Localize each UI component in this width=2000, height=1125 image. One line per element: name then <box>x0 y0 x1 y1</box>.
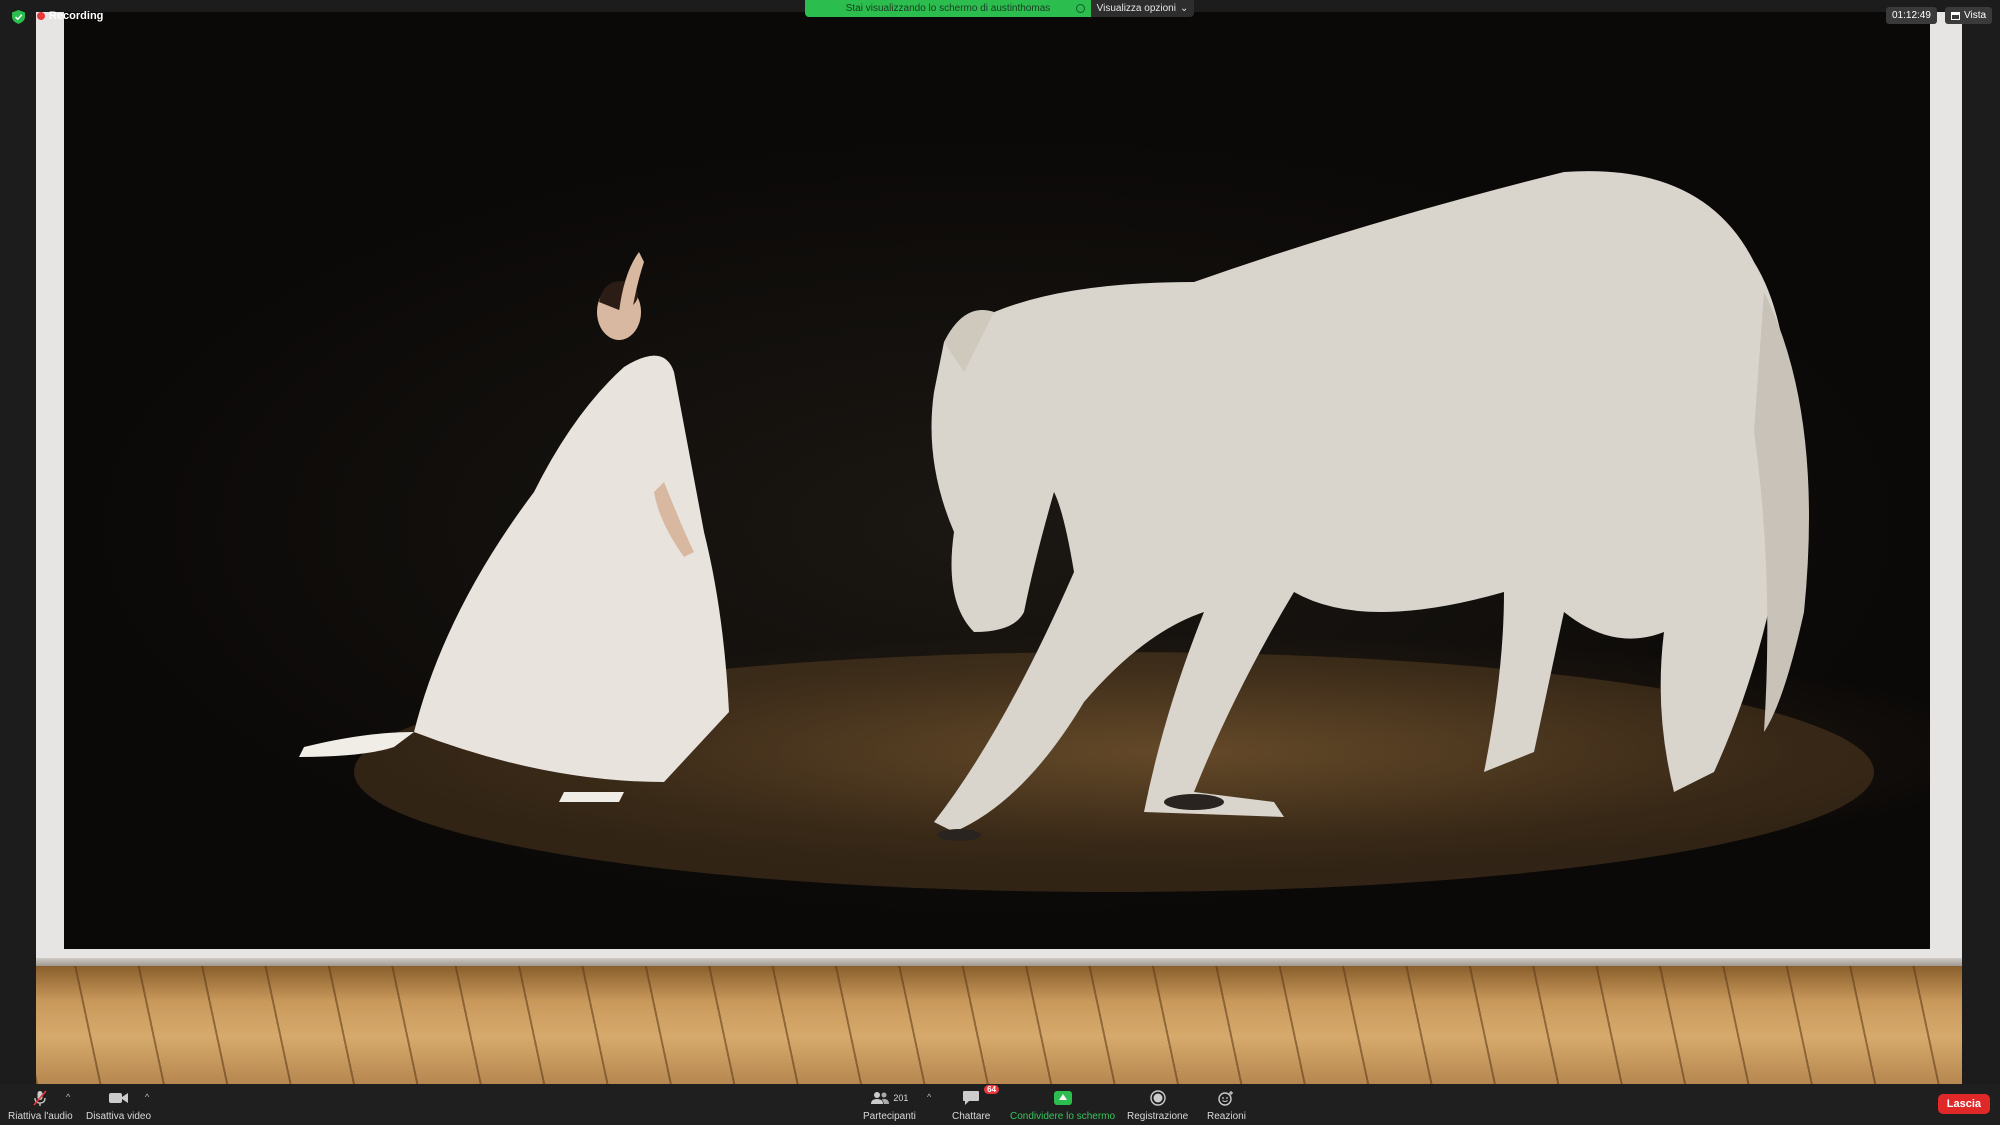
recording-label: Recording <box>49 10 104 22</box>
grid-view-icon <box>1951 11 1960 20</box>
dancer-and-horse-photo <box>64 12 1930 949</box>
record-label: Registrazione <box>1127 1111 1189 1122</box>
participants-icon: 201 <box>870 1088 908 1108</box>
participants-count: 201 <box>893 1093 909 1103</box>
view-label: Vista <box>1964 10 1987 21</box>
participants-button[interactable]: 201 Partecipanti <box>863 1088 916 1122</box>
chat-label: Chattare <box>952 1111 991 1122</box>
shared-screen <box>36 12 1962 1084</box>
recording-dot-icon <box>37 12 45 20</box>
reactions-label: Reazioni <box>1207 1111 1246 1122</box>
security-shield-icon[interactable] <box>12 10 25 24</box>
leave-meeting-button[interactable]: Lascia <box>1937 1094 1990 1114</box>
meeting-timer: 01:12:49 <box>1886 7 1937 24</box>
view-options-button[interactable]: Visualizza opzioni ⌄ <box>1091 0 1194 17</box>
chat-unread-badge: 64 <box>984 1085 1000 1094</box>
share-banner-text: Stai visualizzando lo schermo di austint… <box>845 3 1051 14</box>
share-screen-button[interactable]: Condividere lo schermo <box>1010 1088 1115 1122</box>
chat-bubble-icon: 64 <box>962 1085 1000 1108</box>
view-options-label: Visualizza opzioni <box>1096 3 1176 14</box>
smiley-plus-icon <box>1217 1088 1235 1108</box>
chat-button[interactable]: 64 Chattare <box>952 1085 1000 1122</box>
record-button[interactable]: Registrazione <box>1127 1088 1188 1122</box>
recording-indicator: Recording <box>37 10 103 22</box>
share-screen-label: Condividere lo schermo <box>1010 1111 1116 1122</box>
chevron-down-icon: ⌄ <box>1179 3 1189 14</box>
muted-microphone-icon <box>31 1088 49 1108</box>
floor-edge <box>36 958 1962 966</box>
unmute-audio-button[interactable]: Riattiva l'audio <box>8 1088 73 1122</box>
participants-options-caret-icon[interactable]: ^ <box>927 1092 931 1102</box>
video-options-caret-icon[interactable]: ^ <box>145 1092 149 1102</box>
share-screen-icon <box>1053 1088 1072 1108</box>
zoom-meeting-window: Recording Stai visualizzando lo schermo … <box>0 0 2000 1125</box>
video-label: Disattiva video <box>86 1111 152 1122</box>
screen-share-banner: Stai visualizzando lo schermo di austint… <box>805 0 1091 17</box>
view-button[interactable]: Vista <box>1945 7 1993 24</box>
audio-options-caret-icon[interactable]: ^ <box>66 1092 70 1102</box>
record-icon <box>1149 1088 1166 1108</box>
meeting-toolbar: Riattiva l'audio ^ Disattiva video ^ 201… <box>0 1084 2000 1125</box>
dancer-figure <box>299 252 729 802</box>
banner-status-icon <box>1076 4 1085 13</box>
video-camera-icon <box>108 1088 129 1108</box>
stop-video-button[interactable]: Disattiva video <box>86 1088 151 1122</box>
audio-label: Riattiva l'audio <box>8 1111 73 1122</box>
participants-label: Partecipanti <box>863 1111 916 1122</box>
reactions-button[interactable]: Reazioni <box>1207 1088 1246 1122</box>
wooden-floor <box>36 966 1962 1084</box>
